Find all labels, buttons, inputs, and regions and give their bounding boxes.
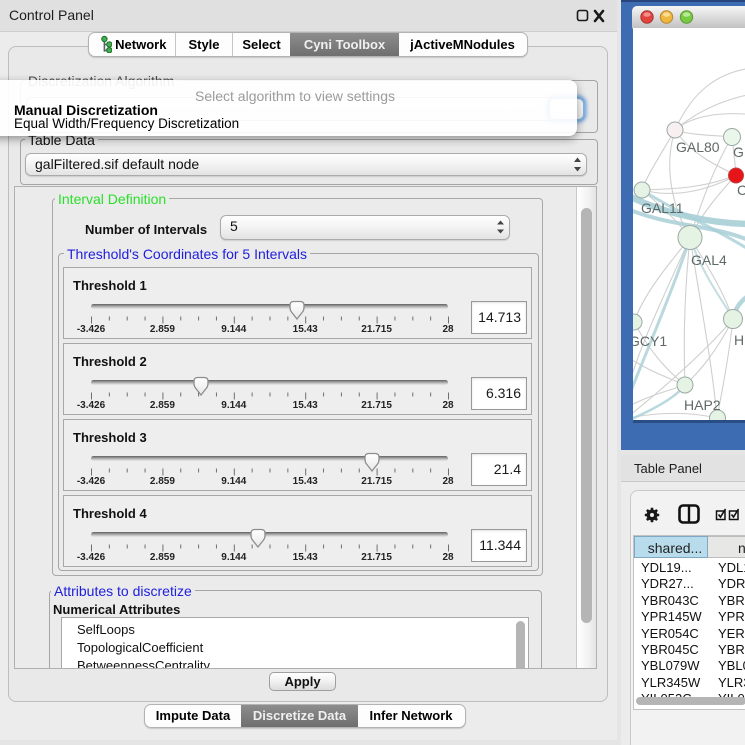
svg-text:G: G [733,144,744,160]
svg-text:GCY1: GCY1 [633,333,667,349]
svg-text:H: H [734,332,744,348]
svg-text:GAL80: GAL80 [676,139,720,155]
svg-text:HAP2: HAP2 [684,397,721,413]
svg-text:GAL4: GAL4 [691,252,727,268]
svg-text:GAL11: GAL11 [641,200,684,216]
svg-text:C: C [737,182,745,198]
